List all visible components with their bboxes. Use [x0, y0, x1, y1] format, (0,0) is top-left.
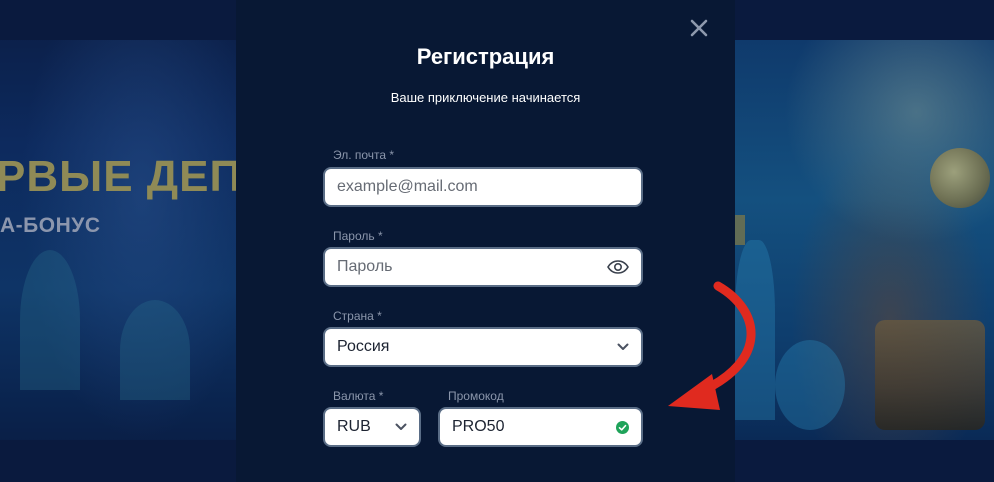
header-bar [0, 0, 236, 40]
password-label: Пароль * [333, 229, 383, 243]
check-circle-icon [616, 420, 629, 434]
decoration [735, 215, 745, 245]
underwater-scene [735, 40, 994, 440]
promo-subheadline: А-БОНУС [0, 214, 101, 237]
promo-code-field[interactable]: PRO50 [438, 407, 643, 447]
email-placeholder: example@mail.com [337, 178, 478, 195]
promo-code-value: PRO50 [452, 418, 505, 435]
email-label: Эл. почта * [333, 148, 395, 162]
coin-image [930, 148, 990, 208]
modal-subtitle: Ваше приключение начинается [390, 90, 581, 105]
promo-headline: РВЫЕ ДЕП [0, 152, 243, 201]
coral-decoration [775, 340, 845, 430]
background-banner-right [735, 0, 994, 482]
chevron-down-icon [617, 343, 629, 351]
close-button[interactable] [685, 14, 713, 42]
coral-decoration [735, 240, 775, 420]
chevron-down-icon [395, 423, 407, 431]
close-icon [690, 19, 708, 37]
currency-label: Валюта * [333, 389, 384, 403]
password-placeholder: Пароль [337, 258, 393, 275]
seaweed-decoration [120, 300, 190, 400]
seaweed-decoration [20, 250, 80, 390]
eye-icon[interactable] [607, 260, 629, 274]
modal-title: Регистрация [416, 44, 555, 69]
country-label: Страна * [333, 309, 382, 323]
background-banner-left: РВЫЕ ДЕП А-БОНУС [0, 0, 241, 482]
email-field[interactable]: example@mail.com [323, 167, 643, 207]
footer-bar [0, 440, 236, 482]
treasure-chest-image [875, 320, 985, 430]
country-select[interactable]: Россия [323, 327, 643, 367]
country-value: Россия [337, 338, 390, 355]
currency-value: RUB [337, 418, 371, 435]
currency-select[interactable]: RUB [323, 407, 421, 447]
registration-modal: Регистрация Ваше приключение начинается … [236, 0, 735, 482]
password-field[interactable]: Пароль [323, 247, 643, 287]
promo-label: Промокод [448, 389, 504, 403]
